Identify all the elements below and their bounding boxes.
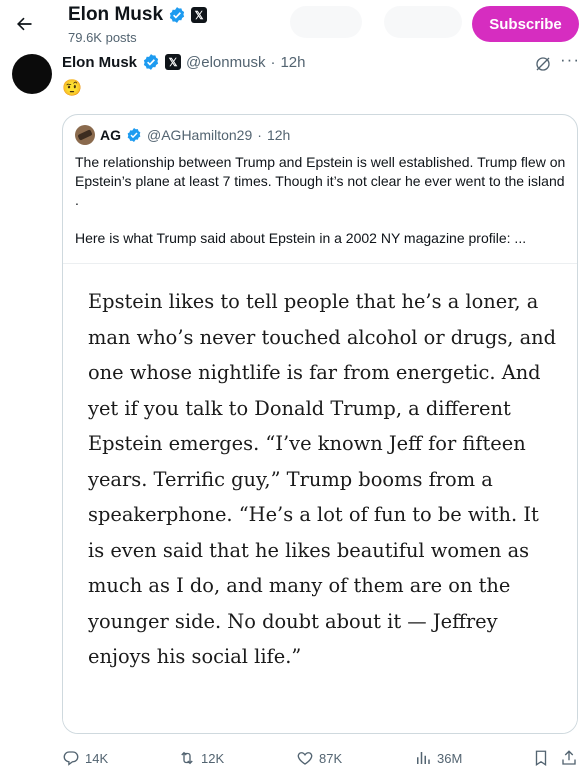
repost-button[interactable]: 12K [178, 746, 224, 770]
x-affiliate-icon: 𝕏 [165, 54, 182, 70]
verified-badge-icon [169, 7, 185, 23]
quoted-post[interactable]: AG @AGHamilton29 · 12h The relationship … [62, 114, 578, 734]
share-button[interactable] [560, 746, 578, 770]
quoted-author-name: AG [100, 127, 121, 143]
quoted-post-header: AG @AGHamilton29 · 12h [75, 125, 290, 145]
post-timestamp[interactable]: 12h [280, 54, 305, 71]
post-header: Elon Musk 𝕏 @elonmusk · 12h [62, 53, 305, 71]
share-icon [562, 750, 576, 765]
quoted-paragraph: The relationship between Trump and Epste… [75, 154, 566, 208]
heart-icon [297, 752, 313, 765]
arrow-left-icon [17, 17, 32, 31]
header-placeholder [290, 6, 362, 38]
like-button[interactable]: 87K [296, 746, 342, 770]
grok-icon[interactable] [534, 55, 552, 73]
header-placeholder [384, 6, 462, 38]
avatar[interactable] [12, 54, 52, 94]
posts-count: 79.6K posts [68, 30, 137, 45]
repost-count: 12K [201, 750, 225, 766]
quoted-author-handle: @AGHamilton29 [147, 127, 253, 143]
views-count: 36M [437, 750, 463, 766]
quoted-timestamp: 12h [266, 127, 291, 143]
x-affiliate-icon: 𝕏 [191, 7, 208, 23]
like-count: 87K [319, 750, 343, 766]
verified-badge-icon [127, 128, 141, 142]
post-author-handle[interactable]: @elonmusk [186, 54, 265, 71]
header-title: Elon Musk 𝕏 [68, 4, 208, 26]
views-button[interactable]: 36M [414, 746, 462, 770]
header-name: Elon Musk [68, 4, 164, 25]
views-icon [417, 752, 430, 764]
separator-dot: · [270, 53, 276, 71]
quoted-post-text: The relationship between Trump and Epste… [75, 153, 569, 267]
back-button[interactable] [8, 8, 40, 40]
separator-dot: · [257, 127, 262, 143]
quoted-image-text: Epstein likes to tell people that he’s a… [88, 290, 557, 668]
profile-header: Elon Musk 𝕏 79.6K posts Subscribe [0, 0, 588, 48]
quoted-paragraph: Here is what Trump said about Epstein in… [75, 230, 527, 246]
bookmark-button[interactable] [532, 746, 550, 770]
more-icon[interactable]: ··· [560, 51, 580, 73]
bookmark-icon [535, 750, 547, 767]
verified-badge-icon [143, 54, 159, 70]
subscribe-button[interactable]: Subscribe [472, 6, 579, 42]
post-author-name[interactable]: Elon Musk [62, 54, 137, 71]
post-text: 🤨 [62, 80, 82, 97]
reply-icon [63, 751, 79, 766]
action-bar: 14K 12K 87K 36M [62, 746, 582, 770]
quoted-image[interactable]: Epstein likes to tell people that he’s a… [63, 263, 577, 733]
reply-button[interactable]: 14K [62, 746, 108, 770]
quoted-avatar [75, 125, 95, 145]
repost-icon [181, 751, 193, 765]
reply-count: 14K [85, 750, 109, 766]
